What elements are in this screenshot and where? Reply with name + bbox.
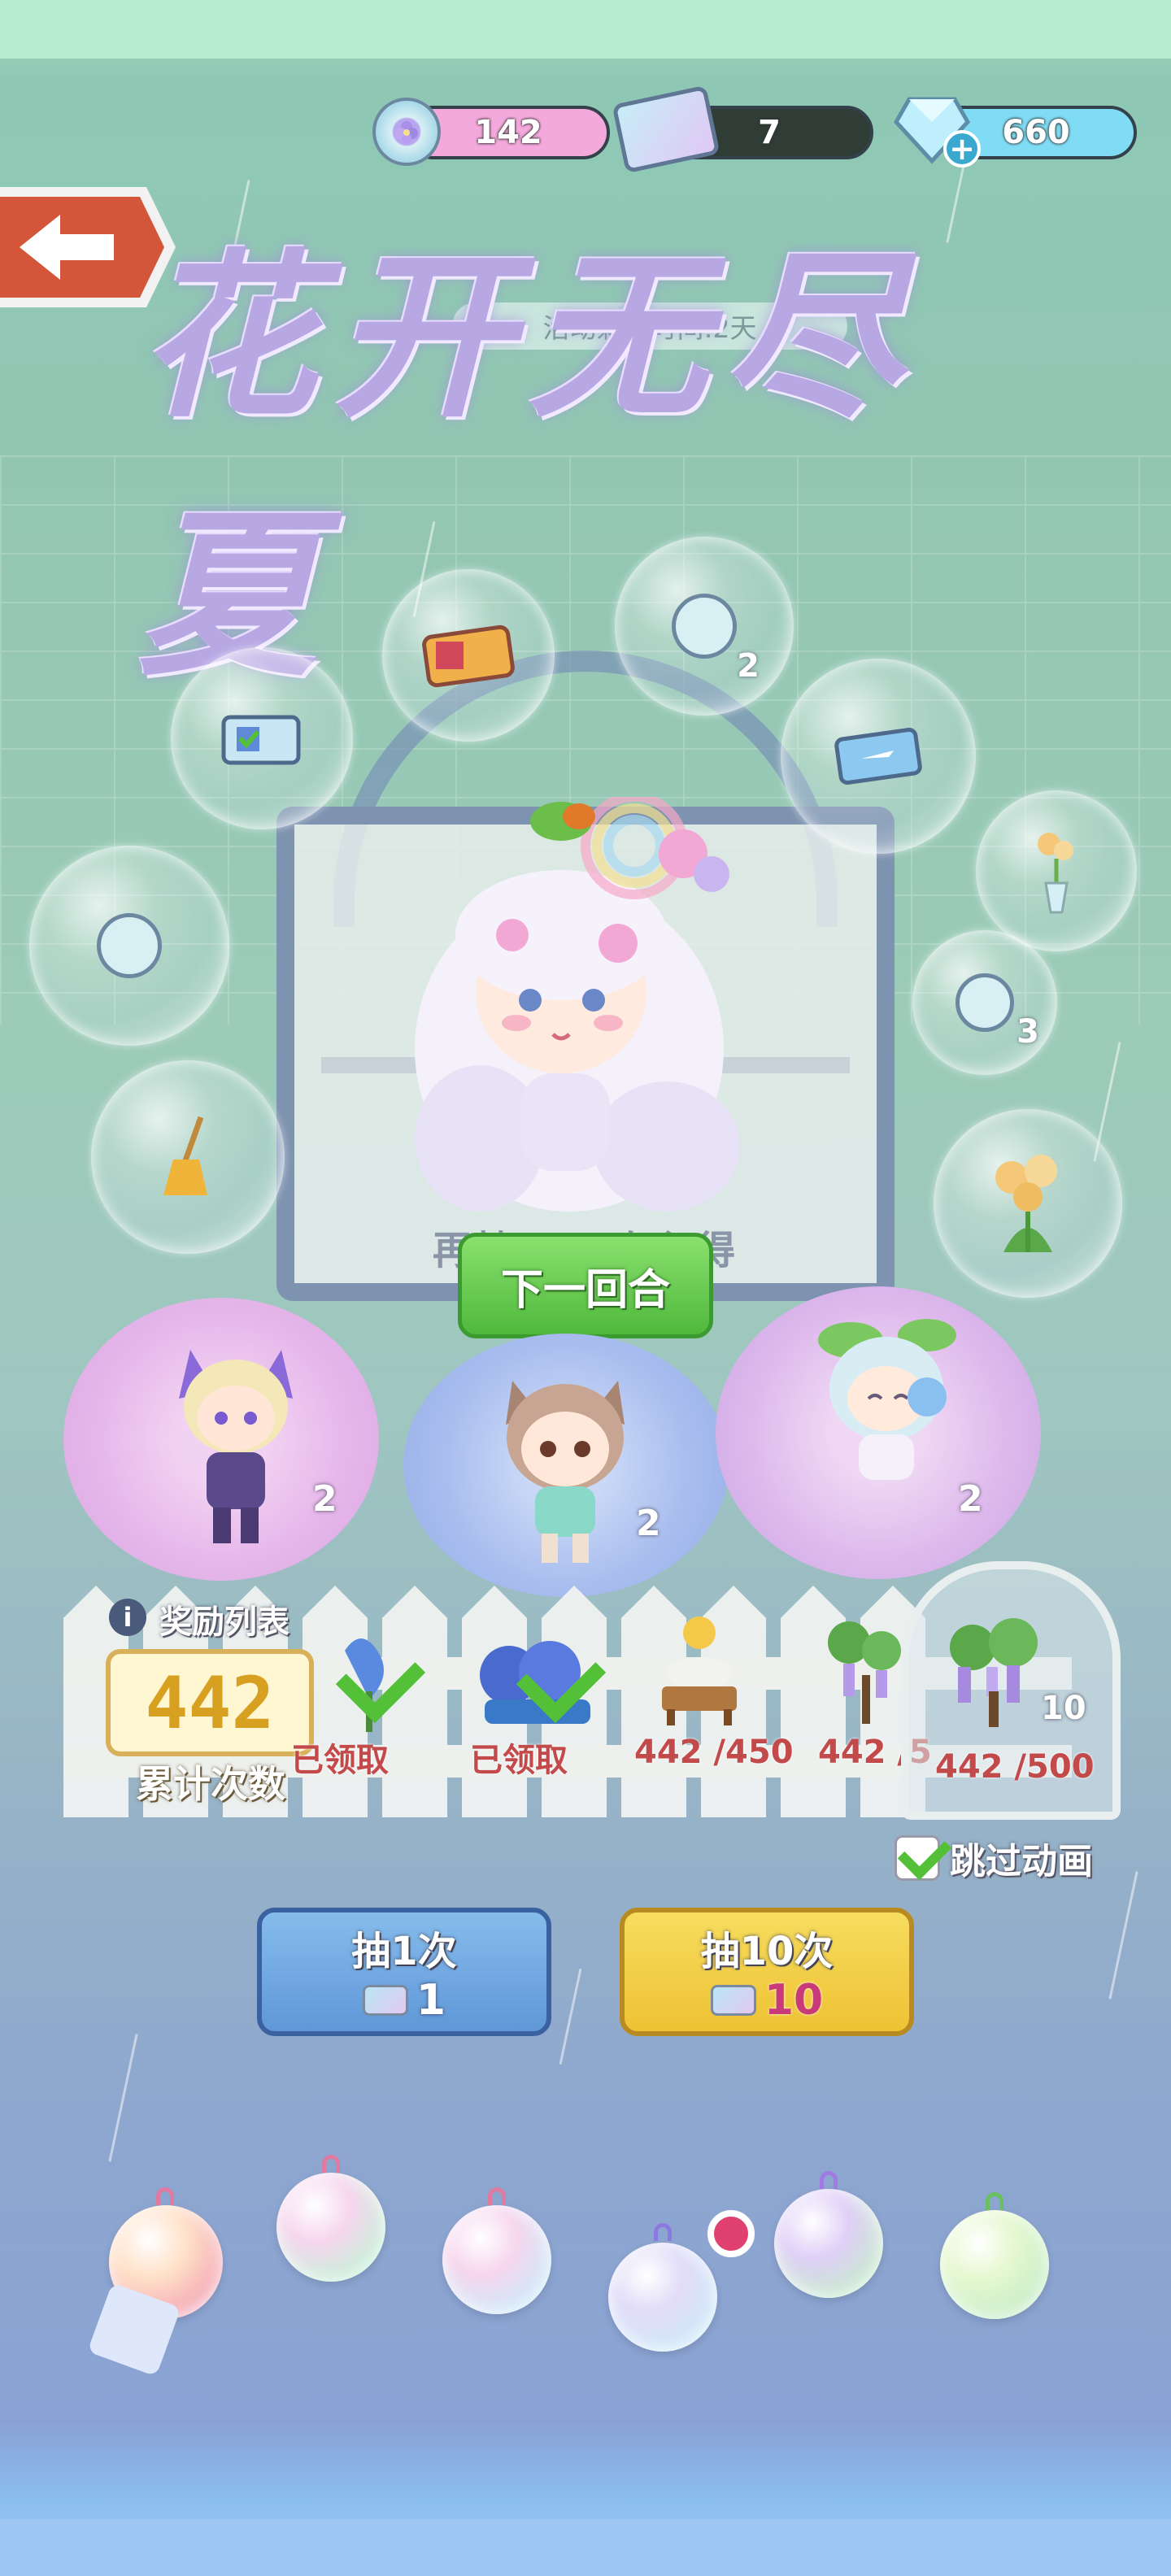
reward-list-label[interactable]: 奖励列表 bbox=[159, 1595, 314, 1641]
final-reward-count: 10 bbox=[1041, 1690, 1086, 1727]
ticket-pack-icon bbox=[422, 624, 515, 688]
chime-orb-6[interactable] bbox=[940, 2210, 1049, 2319]
reward-item-3-status: 442 /450 bbox=[634, 1734, 794, 1771]
cumulative-counter-label: 累计次数 bbox=[136, 1762, 285, 1806]
chime-orb-3[interactable] bbox=[442, 2205, 551, 2314]
draw-once-button[interactable]: 抽1次 1 bbox=[257, 1908, 551, 2036]
draw-ten-cost-value: 10 bbox=[764, 1976, 824, 2025]
flower-token-value: 142 bbox=[474, 114, 542, 151]
cat-girl-character bbox=[488, 1356, 642, 1568]
flower-token-icon bbox=[372, 98, 441, 166]
hook-icon bbox=[820, 2171, 838, 2189]
check-icon bbox=[897, 1825, 952, 1881]
flower-token-icon bbox=[956, 973, 1014, 1032]
plane-ticket-bubble bbox=[781, 659, 976, 854]
next-round-button[interactable]: 下一回合 bbox=[458, 1233, 713, 1338]
ticket-value: 7 bbox=[758, 114, 781, 151]
hook-icon bbox=[654, 2223, 672, 2241]
draw-ten-button[interactable]: 抽10次 10 bbox=[620, 1908, 914, 2036]
flower-token-bubble: 2 bbox=[615, 537, 794, 716]
cumulative-counter: 442 bbox=[106, 1649, 314, 1756]
ticket-icon bbox=[710, 1985, 756, 2016]
vase-flower-icon bbox=[1038, 833, 1073, 914]
top-band bbox=[0, 0, 1171, 59]
character-count: 2 bbox=[636, 1503, 661, 1544]
plane-ticket-icon bbox=[834, 728, 922, 785]
flower-token-icon bbox=[672, 594, 737, 659]
chime-orb-2[interactable] bbox=[276, 2173, 385, 2282]
grand-prize-character bbox=[390, 792, 781, 1220]
info-icon[interactable]: i bbox=[109, 1599, 146, 1636]
character-count: 2 bbox=[958, 1478, 983, 1520]
ticket-icon bbox=[612, 85, 720, 174]
skip-animation-toggle[interactable]: 跳过动画 bbox=[895, 1825, 1138, 1886]
flower-token-bubble-3 bbox=[29, 846, 229, 1046]
reward-item-2-status: 已领取 bbox=[470, 1742, 568, 1779]
skip-animation-label: 跳过动画 bbox=[950, 1841, 1093, 1882]
diamond-value: 660 bbox=[1002, 114, 1070, 151]
draw-once-cost-value: 1 bbox=[416, 1976, 446, 2025]
event-title: 花开无尽夏 bbox=[138, 231, 920, 700]
rain-streak bbox=[1108, 1871, 1138, 1999]
notification-dot bbox=[707, 2210, 755, 2257]
fox-boy-character bbox=[163, 1334, 309, 1553]
ticket-stack-bubble bbox=[171, 647, 353, 829]
chime-orb-4[interactable] bbox=[608, 2243, 717, 2352]
flower-token-icon bbox=[97, 913, 162, 978]
broom-bubble bbox=[91, 1060, 285, 1254]
bubble-count: 3 bbox=[1016, 1013, 1039, 1051]
ticket-icon bbox=[221, 715, 301, 765]
wisteria-tree-icon bbox=[828, 1621, 901, 1724]
add-diamond-icon[interactable]: + bbox=[943, 130, 981, 168]
character-count: 2 bbox=[312, 1478, 337, 1520]
draw-ten-label: 抽10次 bbox=[700, 1929, 834, 1974]
hook-icon bbox=[488, 2187, 506, 2205]
reward-item-4[interactable] bbox=[816, 1610, 906, 1732]
draw-once-label: 抽1次 bbox=[351, 1929, 457, 1974]
hook-icon bbox=[986, 2192, 1003, 2210]
rain-streak bbox=[559, 1968, 582, 2065]
chime-orb-5[interactable] bbox=[774, 2189, 883, 2298]
reward-item-3[interactable] bbox=[651, 1608, 748, 1730]
final-reward-status: 442 /500 bbox=[935, 1748, 1095, 1786]
flower-token-bubble-2: 3 bbox=[912, 930, 1057, 1075]
broom-icon bbox=[163, 1116, 207, 1195]
bubble-count: 2 bbox=[737, 647, 760, 685]
reward-item-1-status: 已领取 bbox=[291, 1742, 389, 1779]
draw-ten-cost: 10 bbox=[710, 1976, 824, 2025]
flower-bush-bubble bbox=[934, 1109, 1122, 1298]
tea-table-icon bbox=[662, 1617, 737, 1725]
ticket-pack-bubble bbox=[382, 569, 555, 742]
hook-icon bbox=[322, 2155, 340, 2173]
reward-item-1[interactable] bbox=[312, 1618, 434, 1740]
vase-bubble bbox=[976, 790, 1137, 951]
flower-bush-icon bbox=[995, 1155, 1057, 1252]
ticket-icon bbox=[362, 1985, 408, 2016]
hook-icon bbox=[156, 2187, 174, 2205]
bottom-band bbox=[0, 2519, 1171, 2576]
fairy-girl-character bbox=[805, 1308, 968, 1499]
draw-once-cost: 1 bbox=[362, 1976, 446, 2025]
reward-item-2[interactable] bbox=[460, 1618, 607, 1740]
rain-streak bbox=[108, 2034, 138, 2162]
skip-animation-checkbox[interactable] bbox=[895, 1825, 952, 1881]
